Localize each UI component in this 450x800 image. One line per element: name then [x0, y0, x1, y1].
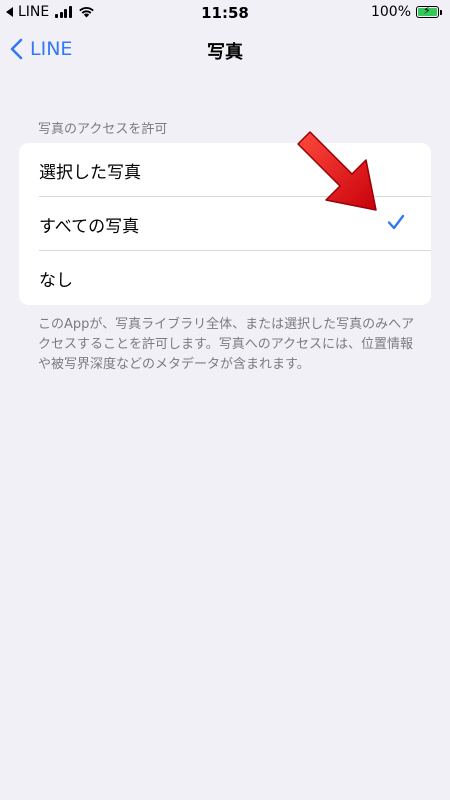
option-none[interactable]: なし — [19, 251, 431, 305]
battery-percentage: 100% — [370, 4, 411, 20]
navigation-bar: LINE 写真 — [0, 32, 450, 72]
page-title: 写真 — [207, 42, 243, 63]
option-label: なし — [39, 270, 73, 291]
charging-bolt-icon: ⚡ — [423, 4, 431, 17]
red-arrow-annotation-icon — [297, 131, 377, 211]
section-footer: このAppが、写真ライブラリ全体、または選択した写真のみへアクセスすることを許可… — [38, 317, 415, 372]
section-header: 写真のアクセスを許可 — [38, 122, 168, 137]
battery-icon: ⚡ — [416, 4, 439, 18]
status-right: 100% ⚡ — [371, 4, 442, 20]
option-label: すべての写真 — [39, 216, 140, 237]
status-bar: LINE 11:58 100% ⚡ — [0, 0, 450, 26]
option-label: 選択した写真 — [39, 162, 141, 183]
checkmark-icon — [387, 214, 405, 230]
